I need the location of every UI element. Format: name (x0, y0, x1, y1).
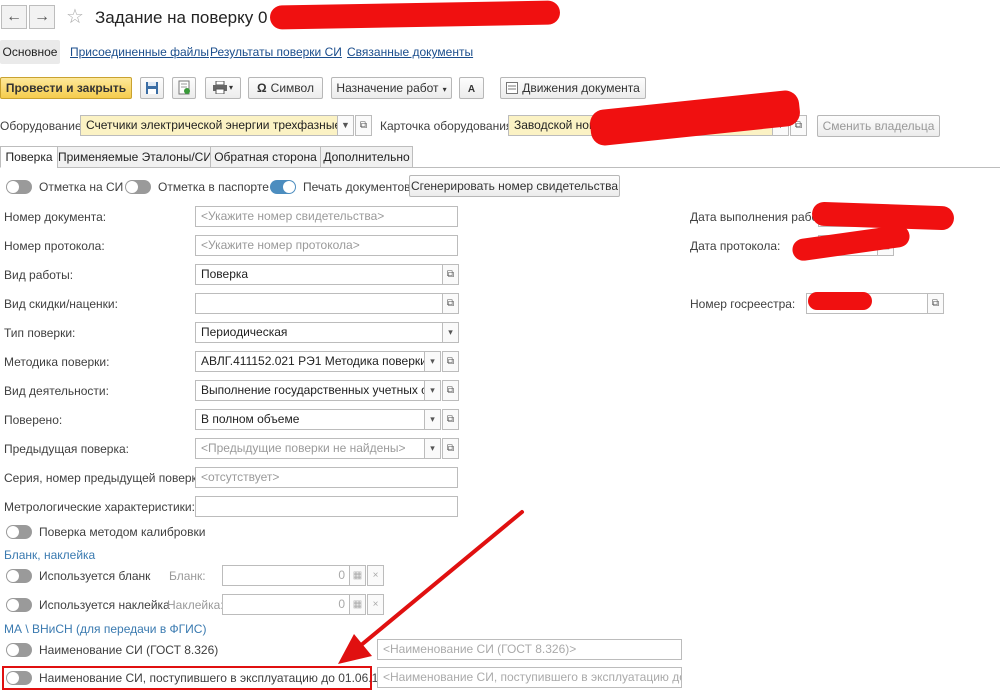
annotation-arrow (338, 510, 524, 664)
